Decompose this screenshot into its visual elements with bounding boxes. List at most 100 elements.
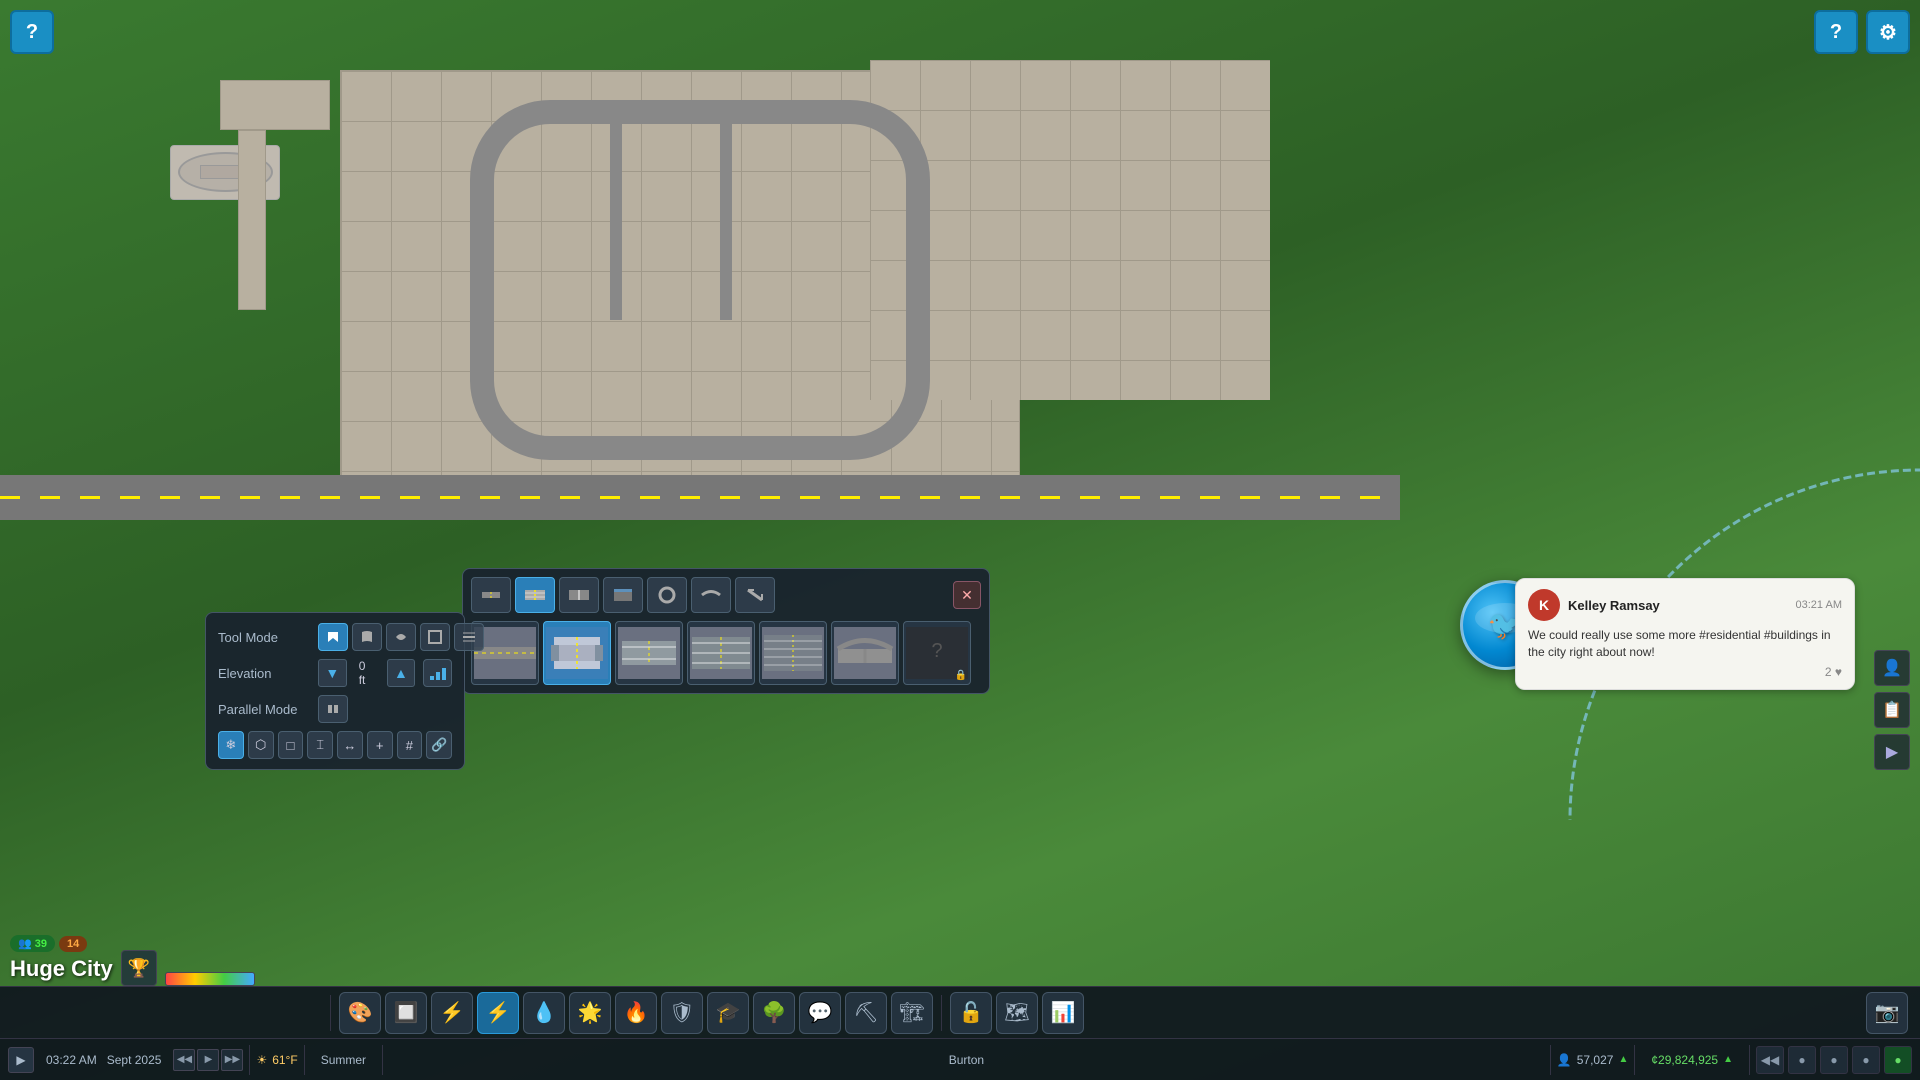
money-trend: ▲ [1723,1054,1733,1065]
bottom-bar: ▶ 03:22 AM Sept 2025 ◀◀ ▶ ▶▶ ☀ 61°F Summ… [0,1038,1920,1080]
comm-tool-btn[interactable]: 💬 [799,992,841,1034]
settings-button[interactable]: ⚙ [1866,10,1910,54]
road-center-line [0,496,1400,499]
tool-mode-btn-3[interactable] [386,623,416,651]
extra-tool-2[interactable]: ⬡ [248,731,274,759]
map-btn[interactable]: 🗺 [996,992,1038,1034]
play-pause-btn[interactable]: ▶ [8,1047,34,1073]
zone-icon: 🎨 [348,1000,373,1025]
tool-mode-btn-2[interactable] [352,623,382,651]
road-toolbar-close[interactable]: ✕ [953,581,981,609]
road-type-5[interactable] [647,577,687,613]
chart-btn[interactable]: 📊 [1042,992,1084,1034]
road-tile-6[interactable] [831,621,899,685]
parks-tool-btn[interactable]: 🌳 [753,992,795,1034]
road-type-1[interactable] [471,577,511,613]
elevation-up[interactable]: ▲ [387,659,416,687]
weather-icon: ☀ [256,1053,267,1067]
city-badge: 👥 39 14 Huge City [10,935,113,986]
speed-1[interactable]: ◀◀ [173,1049,195,1071]
extra-tool-4[interactable]: ⌶ [307,731,333,759]
extra-tool-5[interactable]: ↔ [337,731,363,759]
road-tile-2[interactable] [543,621,611,685]
tool-mode-controls [318,623,484,651]
view-btn-1[interactable]: ◀◀ [1756,1046,1784,1074]
side-panel-buttons: 👤 📋 ▶ [1874,650,1910,770]
zone-tool-btn[interactable]: 🎨 [339,992,381,1034]
divider-1 [249,1045,250,1075]
tool-mode-panel: Tool Mode Elevation ▼ 0 ft ▲ [205,612,465,770]
speed-2[interactable]: ▶ [197,1049,219,1071]
extra-tool-6[interactable]: + [367,731,393,759]
pop-number: 57,027 [1577,1053,1614,1067]
tool-mode-btn-4[interactable] [420,623,450,651]
water-tool-btn[interactable]: 💧 [523,992,565,1034]
top-right-buttons: ? ⚙ [1814,10,1910,54]
side-btn-3[interactable]: ▶ [1874,734,1910,770]
alert-count: 14 [67,938,79,950]
camera-btn[interactable]: 📷 [1866,992,1908,1034]
info-button[interactable]: ? [10,10,54,54]
construction-icon: 🏗 [899,1000,924,1025]
elevation-row: Elevation ▼ 0 ft ▲ [218,659,452,687]
extra-tool-7[interactable]: # [397,731,423,759]
color-bar [165,972,255,986]
pipes-tool-btn[interactable]: ⚡ [431,992,473,1034]
chirper-message: We could really use some more #residenti… [1528,627,1842,661]
help-button[interactable]: ? [1814,10,1858,54]
view-btn-3[interactable]: ● [1820,1046,1848,1074]
road-type-4[interactable] [603,577,643,613]
view-btn-4[interactable]: ● [1852,1046,1880,1074]
speed-3[interactable]: ▶▶ [221,1049,243,1071]
road-tile-7-locked[interactable]: ? 🔒 [903,621,971,685]
elevation-bar-icon[interactable] [423,659,452,687]
road-type-6[interactable] [691,577,731,613]
road-type-7[interactable] [735,577,775,613]
unlock-btn[interactable]: 🔓 [950,992,992,1034]
fire-tool-btn[interactable]: 🔥 [615,992,657,1034]
top-left-area: ? [10,10,54,54]
extra-tool-3[interactable]: □ [278,731,304,759]
power-tool-btn[interactable]: ⚡ [477,992,519,1034]
view-btn-2[interactable]: ● [1788,1046,1816,1074]
game-viewport [0,0,1920,1080]
weather-display: ☀ 61°F [256,1053,297,1067]
temperature: 61°F [272,1053,297,1067]
health-tool-btn[interactable]: 🌟 [569,992,611,1034]
chirper-avatar: K [1528,589,1560,621]
parallel-controls [318,695,452,723]
road-type-3[interactable] [559,577,599,613]
elevation-label: Elevation [218,666,318,681]
elevation-down[interactable]: ▼ [318,659,347,687]
parallel-label: Parallel Mode [218,702,318,717]
city-awards-btn[interactable]: 🏆 [121,950,157,986]
tool-mode-btn-5[interactable] [454,623,484,651]
road-type-2[interactable] [515,577,555,613]
roads-tool-btn[interactable]: 🔲 [385,992,427,1034]
side-btn-1[interactable]: 👤 [1874,650,1910,686]
police-tool-btn[interactable]: 🛡 [661,992,703,1034]
city-badge-top: 👥 39 14 [10,935,87,952]
road-tile-4[interactable] [687,621,755,685]
speed-controls: ◀◀ ▶ ▶▶ [173,1049,243,1071]
side-btn-2[interactable]: 📋 [1874,692,1910,728]
tool-mode-btn-1[interactable] [318,623,348,651]
city-info: 👥 39 14 Huge City 🏆 [10,935,255,986]
inner-road-2 [720,100,732,320]
comm-icon: 💬 [808,1000,833,1025]
bulldoze-tool-btn[interactable]: ⛏ [845,992,887,1034]
lock-icon: 🔒 [955,670,967,681]
divider-6 [1749,1045,1750,1075]
construction-tool-btn[interactable]: 🏗 [891,992,933,1034]
extra-tool-8[interactable]: 🔗 [426,731,452,759]
chirper-likes: 2 ♥ [1528,665,1842,679]
road-tile-3[interactable] [615,621,683,685]
education-tool-btn[interactable]: 🎓 [707,992,749,1034]
view-btn-5[interactable]: ● [1884,1046,1912,1074]
road-tile-5[interactable] [759,621,827,685]
parallel-btn[interactable] [318,695,348,723]
extra-tool-1[interactable]: ❄ [218,731,244,759]
parallel-row: Parallel Mode [218,695,452,723]
left-strip [238,130,266,310]
season-display: Summer [311,1053,376,1067]
